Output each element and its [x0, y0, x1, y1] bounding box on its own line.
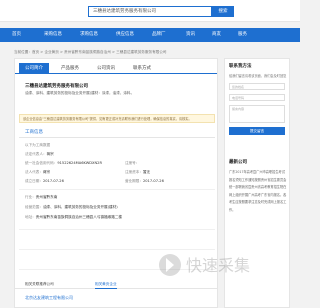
info-row: 行业：贵州省黔东南 — [25, 195, 58, 199]
breadcrumb: 当前位置：首页 > 企业黄页 > 贵州省黔东南苗族侗族自治州 > 三穗县达建筑劳… — [14, 50, 167, 54]
search-input[interactable]: 三穗县达建筑劳务服务有限公司 — [88, 6, 212, 17]
message-field[interactable]: 留言内容 — [229, 105, 285, 123]
info-row: 注册资本：暂无 — [125, 170, 151, 174]
nav-item-buy[interactable]: 求购信息 — [80, 28, 98, 42]
info-row: 注册号： — [125, 161, 140, 165]
nav-item-news[interactable]: 资讯 — [186, 28, 195, 42]
section-title-info: 工商信息 — [25, 130, 43, 135]
info-row: 地址：贵州省黔东南苗族侗族自治州三穗县八弓镇福缘路二楼 — [25, 215, 123, 219]
submit-button[interactable]: 提交留言 — [229, 127, 285, 135]
tab-related-yellowpages[interactable]: 相关黄页企业 — [95, 279, 117, 289]
phone-field[interactable]: 电话号码 — [229, 94, 285, 101]
page: 三穗县达建筑劳务服务有限公司 搜索 首页 采购信息 求购信息 供应信息 品牌厂 … — [0, 0, 300, 308]
sidebar-title: 联系我方法 — [229, 64, 252, 69]
tab-contact[interactable]: 联系方式 — [127, 63, 157, 74]
tab-products[interactable]: 产品服务 — [55, 63, 85, 74]
company-description: 油漆、涂料、建筑劳务的投标及业务开展(建材：涂漆，油漆，涂料。 — [25, 91, 135, 95]
section-divider — [19, 137, 215, 138]
info-row: 成立日期：2017-07-26 — [25, 179, 64, 183]
info-row: 以下为工商数据 — [25, 143, 51, 147]
notice-banner: 该企业信息由"三穗县达建筑劳务服务有限公司"提供，如有更正或补充请联系我们进行处… — [19, 114, 215, 123]
sidebar-intro: 给我们留言请看该页面，我们会及时回复 — [229, 74, 287, 78]
search-button[interactable]: 搜索 — [212, 6, 234, 17]
row-divider — [19, 189, 215, 190]
nav-item-supply[interactable]: 供应信息 — [116, 28, 134, 42]
info-row: 法人代表：蒋宗 — [25, 170, 51, 174]
svg-text:快速采集: 快速采集 — [186, 256, 250, 275]
nav-item-service[interactable]: 服务 — [238, 28, 247, 42]
info-row: 法定代表人：蒋宗 — [25, 152, 54, 156]
tab-news[interactable]: 公司资讯 — [91, 63, 121, 74]
nav-item-procurement[interactable]: 采购信息 — [44, 28, 62, 42]
company-name: 三穗县达建筑劳务服务有限公司 — [25, 84, 88, 89]
tab-related-companies[interactable]: 相关关联推荐公司 — [25, 279, 54, 289]
search-value: 三穗县达建筑劳务服务有限公司 — [93, 9, 156, 14]
row-divider — [19, 229, 215, 230]
nav-item-brand[interactable]: 品牌厂 — [152, 28, 166, 42]
sidebar-news-title: 最新公司 — [229, 160, 247, 165]
nav-item-home[interactable]: 首页 — [12, 28, 21, 42]
sidebar-paragraph: 广东2017年高考暨广州市高职招生考试报名须知工作通知按照贵州省招生委员会统一部… — [229, 170, 287, 212]
info-row: 经营范围：油漆、涂料、建筑劳务的投标及业务开展(建材) — [25, 205, 118, 209]
related-tabs: 相关关联推荐公司 相关黄页企业 — [15, 279, 217, 289]
company-tabs: 公司简介 产品服务 公司资讯 联系方式 — [15, 63, 217, 74]
related-company-link[interactable]: 北京达友建筑工程有限公司 — [25, 295, 73, 301]
top-bar: 三穗县达建筑劳务服务有限公司 搜索 — [0, 0, 300, 22]
nav-item-friends[interactable]: 商友 — [212, 28, 221, 42]
watermark-logo: 快速采集 — [158, 250, 258, 280]
tab-intro[interactable]: 公司简介 — [19, 63, 49, 74]
info-row: 营业期限：2017-07-26 — [125, 179, 164, 183]
main-nav: 首页 采购信息 求购信息 供应信息 品牌厂 资讯 商友 服务 — [0, 28, 300, 42]
name-field[interactable]: 您的姓名 — [229, 83, 285, 90]
info-row: 统一社会信用代码：91522624MA6KWDXN2R — [25, 161, 102, 165]
